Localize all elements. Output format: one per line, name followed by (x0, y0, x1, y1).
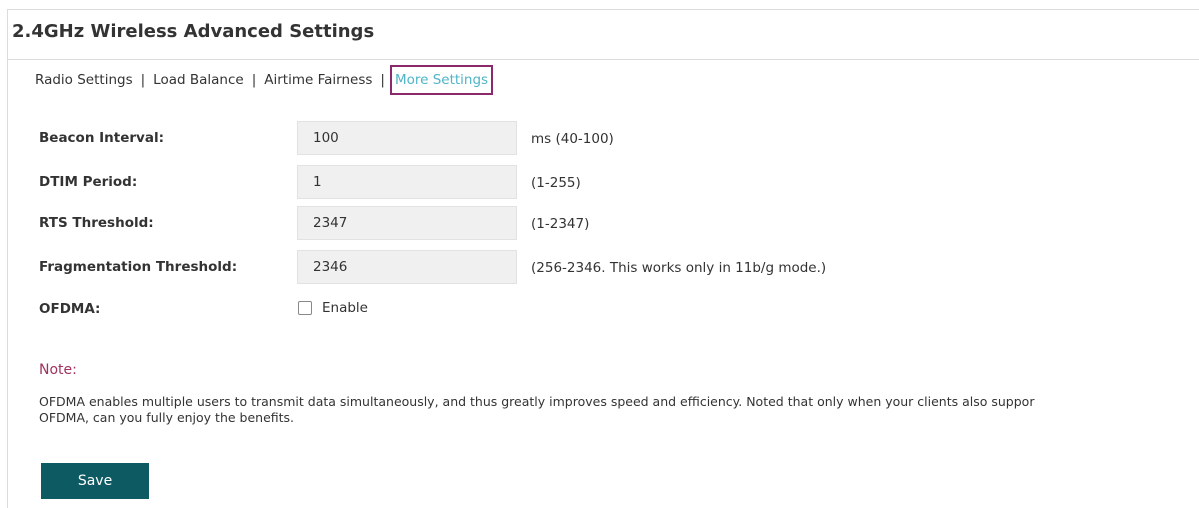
tab-load-balance[interactable]: Load Balance (153, 72, 244, 88)
tab-airtime-fairness[interactable]: Airtime Fairness (264, 72, 372, 88)
note-line-1: OFDMA enables multiple users to transmit… (39, 394, 1035, 409)
rts-threshold-hint: (1-2347) (531, 216, 590, 232)
tab-separator: | (140, 72, 146, 88)
tab-separator: | (251, 72, 257, 88)
ofdma-row: OFDMA: Enable (39, 292, 1139, 326)
ofdma-enable-checkbox[interactable] (298, 301, 312, 315)
note-line-2: OFDMA, can you fully enjoy the benefits. (39, 410, 295, 425)
rts-threshold-label: RTS Threshold: (39, 215, 154, 231)
panel-header: 2.4GHz Wireless Advanced Settings (8, 10, 1199, 60)
fragmentation-threshold-hint: (256-2346. This works only in 11b/g mode… (531, 260, 827, 276)
rts-threshold-input[interactable] (297, 206, 517, 240)
ofdma-label: OFDMA: (39, 301, 101, 317)
dtim-period-input[interactable] (297, 165, 517, 199)
ofdma-enable-label[interactable]: Enable (322, 300, 368, 316)
tab-more-settings[interactable]: More Settings (389, 65, 494, 95)
fragmentation-threshold-label: Fragmentation Threshold: (39, 259, 238, 275)
save-button[interactable]: Save (41, 463, 149, 499)
fragmentation-threshold-row: Fragmentation Threshold: (256-2346. This… (39, 250, 1139, 284)
sub-navigation: Radio Settings | Load Balance | Airtime … (35, 65, 494, 95)
dtim-period-hint: (1-255) (531, 175, 581, 191)
rts-threshold-row: RTS Threshold: (1-2347) (39, 206, 1139, 240)
beacon-interval-input[interactable] (297, 121, 517, 155)
note-text: OFDMA enables multiple users to transmit… (39, 394, 1189, 426)
tab-separator: | (380, 72, 385, 88)
page-title: 2.4GHz Wireless Advanced Settings (12, 21, 375, 42)
beacon-interval-hint: ms (40-100) (531, 131, 614, 147)
fragmentation-threshold-input[interactable] (297, 250, 517, 284)
note-title: Note: (39, 362, 77, 378)
beacon-interval-row: Beacon Interval: ms (40-100) (39, 121, 1139, 155)
dtim-period-label: DTIM Period: (39, 174, 138, 190)
dtim-period-row: DTIM Period: (1-255) (39, 165, 1139, 199)
beacon-interval-label: Beacon Interval: (39, 130, 164, 146)
tab-radio-settings[interactable]: Radio Settings (35, 72, 133, 88)
